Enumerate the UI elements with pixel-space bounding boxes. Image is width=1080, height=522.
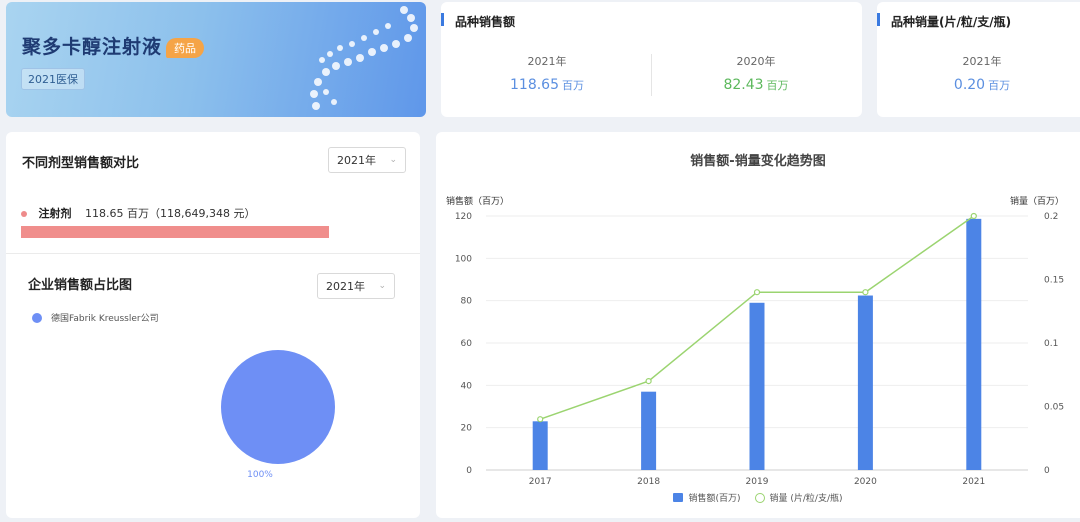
pie-slice-kreussler[interactable] [221,350,335,464]
dosage-row: 注射剂 118.65 百万（118,649,348 元） [21,205,255,221]
dosage-panel-title: 不同剂型销售额对比 [22,156,140,171]
title-accent-bar [441,13,444,26]
dosage-year-select[interactable]: 2021年 ⌄ [328,147,406,173]
right-tick-label: 0.1 [1044,339,1058,349]
left-tick-label: 120 [455,212,472,222]
chevron-down-icon: ⌄ [389,155,397,165]
trend-panel: 销售额-销量变化趋势图 销售额（百万） 销量（百万） 0 20 40 60 80 100 1… [436,132,1080,518]
product-title: 聚多卡醇注射液 [22,36,163,58]
chevron-down-icon: ⌄ [378,281,386,291]
sales-value-2021: 118.65 百万 [510,77,584,93]
sales-bar[interactable] [641,391,657,470]
x-tick-label: 2018 [637,477,660,487]
legend-bar-label[interactable]: 销售额(百万) [688,491,740,504]
product-type-tag: 药品 [166,38,204,58]
company-legend-label: 德国Fabrik Kreussler公司 [51,314,159,324]
legend-line-label[interactable]: 销量 (片/粒/支/瓶) [770,491,843,504]
dosage-row-value: 118.65 百万（118,649,348 元） [85,207,256,220]
left-panel: 不同剂型销售额对比 2021年 ⌄ 注射剂 118.65 百万（118,649,… [6,132,420,518]
left-tick-label: 60 [461,339,473,349]
sales-year-2021: 2021年 [527,55,567,68]
company-panel-title: 企业销售额占比图 [28,278,133,293]
dosage-row-label: 注射剂 [38,207,72,220]
left-tick-label: 0 [466,466,472,476]
volume-point[interactable] [970,212,977,220]
left-tick-label: 100 [455,254,472,264]
sales-bar[interactable] [532,421,548,470]
left-tick-label: 20 [461,424,473,434]
dosage-bar-track [21,226,329,238]
legend-bar-swatch [673,493,684,502]
x-tick-label: 2021 [962,477,985,487]
product-hero-card: 聚多卡醇注射液 药品 2021医保 [6,2,426,117]
sales-bar[interactable] [749,302,765,470]
volume-point[interactable] [537,416,544,423]
volume-point[interactable] [753,289,761,296]
sales-volume-card: 品种销量(片/粒/支/瓶) 2021年 0.20 百万 [877,2,1080,117]
sales-amount-card: 品种销售额 2021年 118.65 百万 2020年 82.43 百万 [441,2,862,117]
sales-bar[interactable] [857,295,873,470]
sales-value-2020: 82.43 百万 [723,77,789,93]
sales-bar[interactable] [966,218,982,470]
right-tick-label: 0 [1044,466,1050,476]
right-tick-label: 0.2 [1044,212,1058,222]
trend-legend: 销售额(百万) 销量 (片/粒/支/瓶) [436,491,1080,504]
dosage-bar [21,226,329,238]
right-tick-label: 0.15 [1044,276,1064,286]
trend-chart-svg: 0 20 40 60 80 100 120 0 0.05 0.1 0.15 0.2 2017 2018 20… [455,212,1064,487]
left-tick-label: 80 [461,297,473,307]
volume-point[interactable] [862,289,869,296]
x-tick-label: 2019 [746,477,769,487]
legend-line-swatch [754,492,765,503]
panel-divider [6,253,420,254]
volume-card-title: 品种销量(片/粒/支/瓶) [891,15,1012,29]
dosage-year-value: 2021年 [337,154,376,167]
volume-year-2021: 2021年 [962,55,1002,68]
pie-percent-label: 100% [247,470,273,480]
stat-divider [651,54,652,96]
dna-decoration [310,6,418,110]
sales-card-title: 品种销售额 [455,15,516,29]
right-tick-label: 0.05 [1044,403,1064,413]
dosage-legend-dot [21,211,27,217]
left-tick-label: 40 [461,381,473,391]
company-pie-chart [221,350,335,464]
company-legend-item[interactable]: 德国Fabrik Kreussler公司 [32,311,159,324]
company-legend-dot [32,312,42,323]
x-tick-label: 2017 [529,477,552,487]
insurance-badge: 2021医保 [21,68,85,90]
x-tick-label: 2020 [854,477,877,487]
volume-value-2021: 0.20 百万 [953,77,1011,93]
sales-year-2020: 2020年 [736,55,776,68]
company-year-value: 2021年 [326,280,365,293]
title-accent-bar [877,13,880,26]
volume-point[interactable] [645,378,652,385]
company-year-select[interactable]: 2021年 ⌄ [317,273,395,299]
